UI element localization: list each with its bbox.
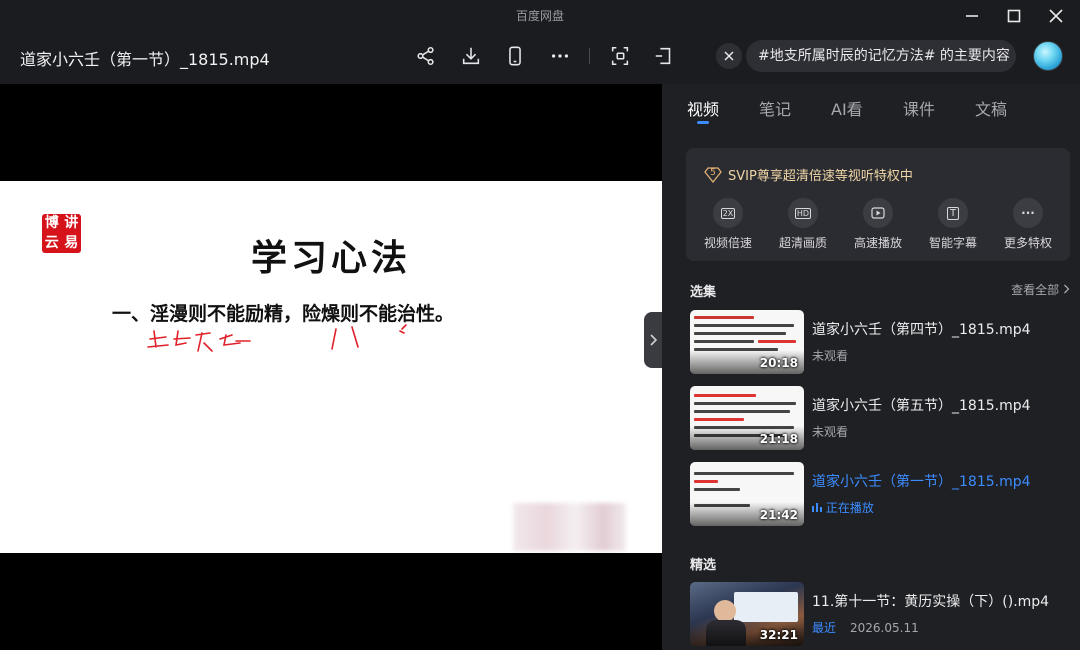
recent-tag: 最近: [812, 621, 837, 635]
episode-item[interactable]: 21:18 道家小六壬（第五节）_1815.mp4 未观看: [690, 386, 1070, 450]
featured-duration: 32:21: [759, 628, 798, 642]
feature-label: 超清画质: [778, 236, 827, 250]
download-icon[interactable]: [457, 42, 485, 70]
tab-ai-watch[interactable]: AI看: [831, 96, 863, 120]
handwriting-marks: [147, 324, 407, 352]
episode-status: 未观看: [812, 425, 849, 439]
maximize-icon[interactable]: [1002, 5, 1026, 27]
feature-label: 高速播放: [853, 236, 902, 250]
fast-play-icon: [863, 198, 893, 228]
slide-title: 学习心法: [250, 237, 411, 279]
close-window-icon[interactable]: [1044, 5, 1068, 27]
more-icon[interactable]: [546, 42, 574, 70]
picture-in-picture-icon[interactable]: [606, 42, 634, 70]
see-all-link[interactable]: 查看全部: [1011, 281, 1070, 298]
top-bar: 百度网盘 道家小六壬（第一节）_1815.mp4 #地支所属时辰的记忆方法# 的…: [0, 0, 1080, 84]
feature-icon-text: 2X: [720, 207, 736, 219]
episode-status-label: 正在播放: [825, 501, 874, 515]
episode-thumbnail: 21:18: [690, 386, 804, 450]
tab-video[interactable]: 视频: [687, 96, 719, 120]
minimize-icon[interactable]: [960, 5, 984, 27]
see-all-label: 查看全部: [1011, 283, 1060, 297]
video-player[interactable]: 博 讲 云 易 学习心法 一、淫漫则不能励精，险燥则不能治性。: [0, 84, 662, 650]
feature-more[interactable]: ··· 更多特权: [993, 198, 1063, 251]
feature-subtitle[interactable]: T 智能字幕: [918, 198, 988, 251]
feature-speed[interactable]: 2X 视频倍速: [693, 198, 763, 251]
episode-title: 道家小六壬（第四节）_1815.mp4: [812, 322, 1031, 338]
feature-fast-play[interactable]: 高速播放: [843, 198, 913, 251]
feature-label: 视频倍速: [703, 236, 752, 250]
speed-icon: 2X: [713, 198, 743, 228]
featured-meta: 最近 2026.05.11: [812, 619, 919, 636]
tab-transcript[interactable]: 文稿: [975, 96, 1007, 120]
active-tab-indicator: [697, 121, 709, 124]
file-title: 道家小六壬（第一节）_1815.mp4: [20, 50, 270, 69]
svip-level: 5: [710, 167, 716, 178]
featured-title: 11.第十一节：黄历实操（下）().mp4: [812, 594, 1050, 610]
playing-bars-icon: [812, 503, 822, 512]
feature-icon-text: HD: [794, 207, 812, 219]
panel-toggle-icon[interactable]: [650, 42, 678, 70]
share-icon[interactable]: [412, 42, 440, 70]
blurred-watermark: [513, 503, 626, 551]
hd-icon: HD: [788, 198, 818, 228]
video-frame: 博 讲 云 易 学习心法 一、淫漫则不能励精，险燥则不能治性。: [0, 181, 662, 553]
episode-duration: 21:18: [759, 432, 798, 446]
collapse-panel-button[interactable]: [644, 312, 662, 368]
episode-duration: 21:42: [759, 508, 798, 522]
tab-courseware[interactable]: 课件: [903, 96, 935, 120]
episode-item-playing[interactable]: 21:42 道家小六壬（第一节）_1815.mp4 正在播放: [690, 462, 1070, 526]
feature-label: 智能字幕: [928, 236, 977, 250]
featured-thumbnail: 32:21: [690, 582, 804, 646]
episode-title: 道家小六壬（第一节）_1815.mp4: [812, 474, 1031, 490]
panel-tabs: 视频 笔记 AI看 课件 文稿: [662, 84, 1080, 130]
feature-hd[interactable]: HD 超清画质: [768, 198, 838, 251]
featured-date: 2026.05.11: [850, 621, 919, 635]
close-search-icon[interactable]: [716, 43, 742, 69]
feature-icon-text: ···: [1021, 206, 1035, 220]
episode-status: 未观看: [812, 349, 849, 363]
avatar[interactable]: [1033, 41, 1063, 71]
app-title: 百度网盘: [515, 9, 564, 23]
feature-icon-text: T: [946, 206, 960, 220]
episode-duration: 20:18: [759, 356, 798, 370]
more-dots-icon: ···: [1013, 198, 1043, 228]
svip-badge-icon: 5: [704, 166, 722, 183]
episode-thumbnail: 20:18: [690, 310, 804, 374]
episode-title: 道家小六壬（第五节）_1815.mp4: [812, 398, 1031, 414]
svip-headline: 5 SVIP尊享超清倍速等视听特权中: [704, 165, 913, 184]
phone-icon[interactable]: [501, 42, 529, 70]
episode-thumbnail: 21:42: [690, 462, 804, 526]
search-query-pill[interactable]: #地支所属时辰的记忆方法# 的主要内容: [746, 40, 1016, 72]
side-panel: 视频 笔记 AI看 课件 文稿 5 SVIP尊享超清倍速等视听特权中 2X 视频…: [662, 84, 1080, 650]
episode-item[interactable]: 20:18 道家小六壬（第四节）_1815.mp4 未观看: [690, 310, 1070, 374]
subtitle-icon: T: [938, 198, 968, 228]
chevron-right-icon: [1064, 284, 1070, 294]
toolbar-divider: [589, 48, 590, 64]
featured-item[interactable]: 32:21 11.第十一节：黄历实操（下）().mp4 最近 2026.05.11: [690, 582, 1070, 646]
episode-status: 正在播放: [812, 499, 874, 516]
feature-label: 更多特权: [1003, 236, 1052, 250]
featured-heading: 精选: [690, 558, 717, 573]
episodes-heading: 选集: [690, 285, 717, 300]
tab-notes[interactable]: 笔记: [759, 96, 791, 120]
svip-headline-text: SVIP尊享超清倍速等视听特权中: [728, 169, 913, 184]
svip-card[interactable]: 5 SVIP尊享超清倍速等视听特权中 2X 视频倍速 HD 超清画质 高速播放 …: [686, 148, 1070, 261]
